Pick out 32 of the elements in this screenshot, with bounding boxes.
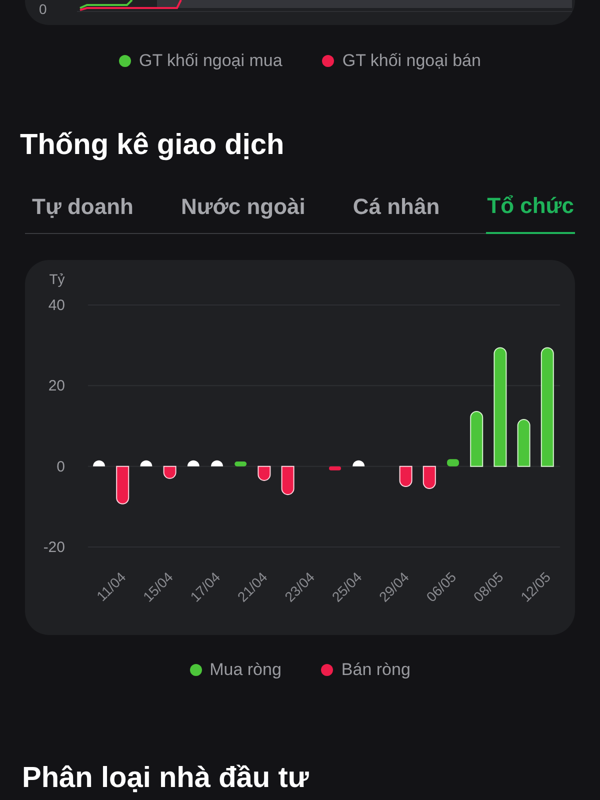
- axis-label: 20: [48, 378, 65, 395]
- bar: [93, 460, 105, 466]
- legend-label: Bán ròng: [341, 659, 410, 681]
- axis-unit: Tỷ: [49, 271, 65, 287]
- bar: [517, 419, 530, 467]
- bar: [422, 466, 436, 489]
- bar: [140, 460, 152, 466]
- tab[interactable]: Cá nhân: [352, 189, 441, 233]
- tab[interactable]: Nước ngoài: [180, 189, 306, 233]
- bar: [163, 466, 176, 479]
- bar: [211, 460, 223, 466]
- legend-label: Mua ròng: [210, 659, 282, 681]
- bar: [187, 460, 200, 466]
- bar: [352, 460, 365, 466]
- axis-label: 0: [56, 458, 65, 476]
- tab[interactable]: Tổ chức: [486, 189, 575, 234]
- axis-label: -20: [43, 539, 65, 556]
- bar: [116, 466, 130, 504]
- section-title: Thống kê giao dịch: [20, 128, 286, 162]
- bar: [234, 462, 247, 466]
- bar: [447, 459, 459, 466]
- axis-label: 0: [39, 0, 47, 18]
- bar: [258, 466, 271, 481]
- legend-label: GT khối ngoại bán: [342, 50, 481, 72]
- bar: [281, 466, 294, 496]
- bar: [399, 466, 412, 487]
- legend-label: GT khối ngoại mua: [139, 50, 282, 72]
- section-title: Phân loại nhà đầu tư: [22, 760, 310, 796]
- bar: [329, 466, 341, 470]
- bar: [470, 411, 484, 467]
- axis-label: 40: [48, 297, 65, 314]
- tab[interactable]: Tự doanh: [31, 189, 134, 233]
